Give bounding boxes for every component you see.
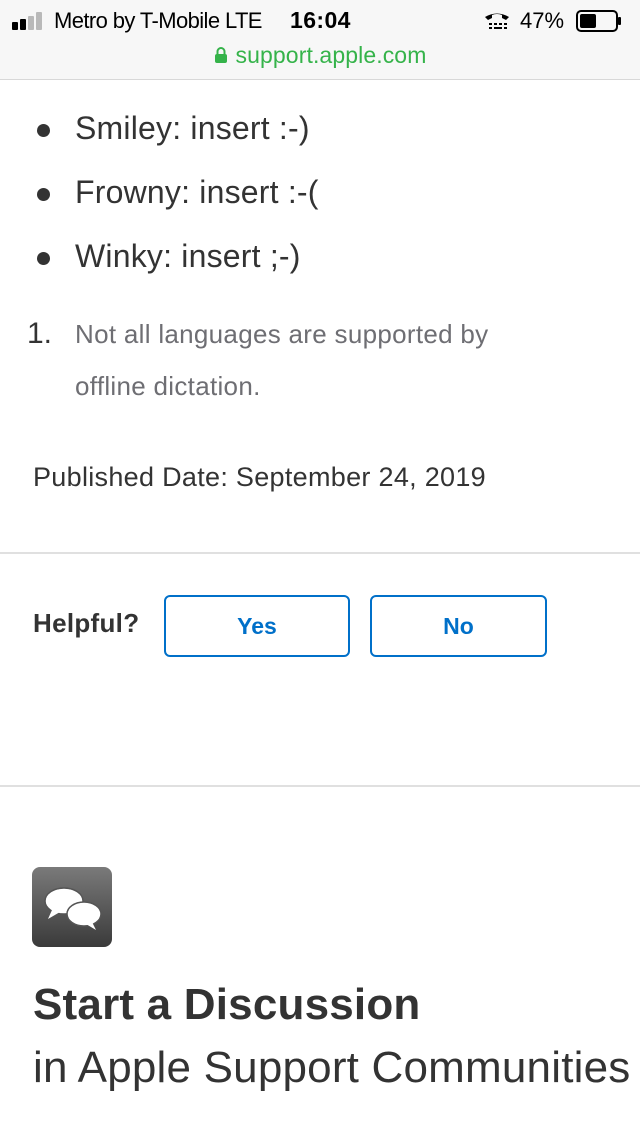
list-item: Frowny: insert :-( [0,160,640,224]
tty-phone-icon [485,13,509,29]
helpful-label: Helpful? [33,608,140,638]
helpful-no-button[interactable]: No [370,595,547,657]
bullet-icon [37,124,50,137]
page: Metro by T-Mobile LTE 16:04 47% support.… [0,0,640,1136]
published-date: Published Date: September 24, 2019 [33,462,486,492]
cellular-signal-icon [12,12,48,30]
battery-icon [576,10,621,32]
list-item-label: Frowny: insert :-( [75,174,319,210]
list-item-label: Winky: insert ;-) [75,238,301,274]
emoticon-list: Smiley: insert :-) Frowny: insert :-( Wi… [0,96,640,288]
browser-top-bar: Metro by T-Mobile LTE 16:04 47% support.… [0,0,640,80]
discussion-title[interactable]: Start a Discussion [33,980,421,1030]
discussion-subtitle: in Apple Support Communities [33,1043,631,1092]
list-item: Winky: insert ;-) [0,224,640,288]
helpful-yes-button[interactable]: Yes [164,595,350,657]
speech-bubbles-icon[interactable] [32,867,112,947]
battery-percent: 47% [520,8,565,33]
list-item-label: Smiley: insert :-) [75,110,310,146]
url-text[interactable]: support.apple.com [236,42,427,69]
address-bar[interactable]: support.apple.com [0,40,640,70]
lock-icon [214,47,227,63]
divider [0,552,640,554]
footnote-text: Not all languages are supported by offli… [75,319,489,401]
footnote-number: 1. [27,317,53,350]
bullet-icon [37,252,50,265]
bullet-icon [37,188,50,201]
carrier-label: Metro by T-Mobile LTE [54,8,262,33]
divider [0,785,640,787]
status-bar: Metro by T-Mobile LTE 16:04 47% [0,0,640,40]
status-time: 16:04 [290,7,351,33]
list-item: Smiley: insert :-) [0,96,640,160]
